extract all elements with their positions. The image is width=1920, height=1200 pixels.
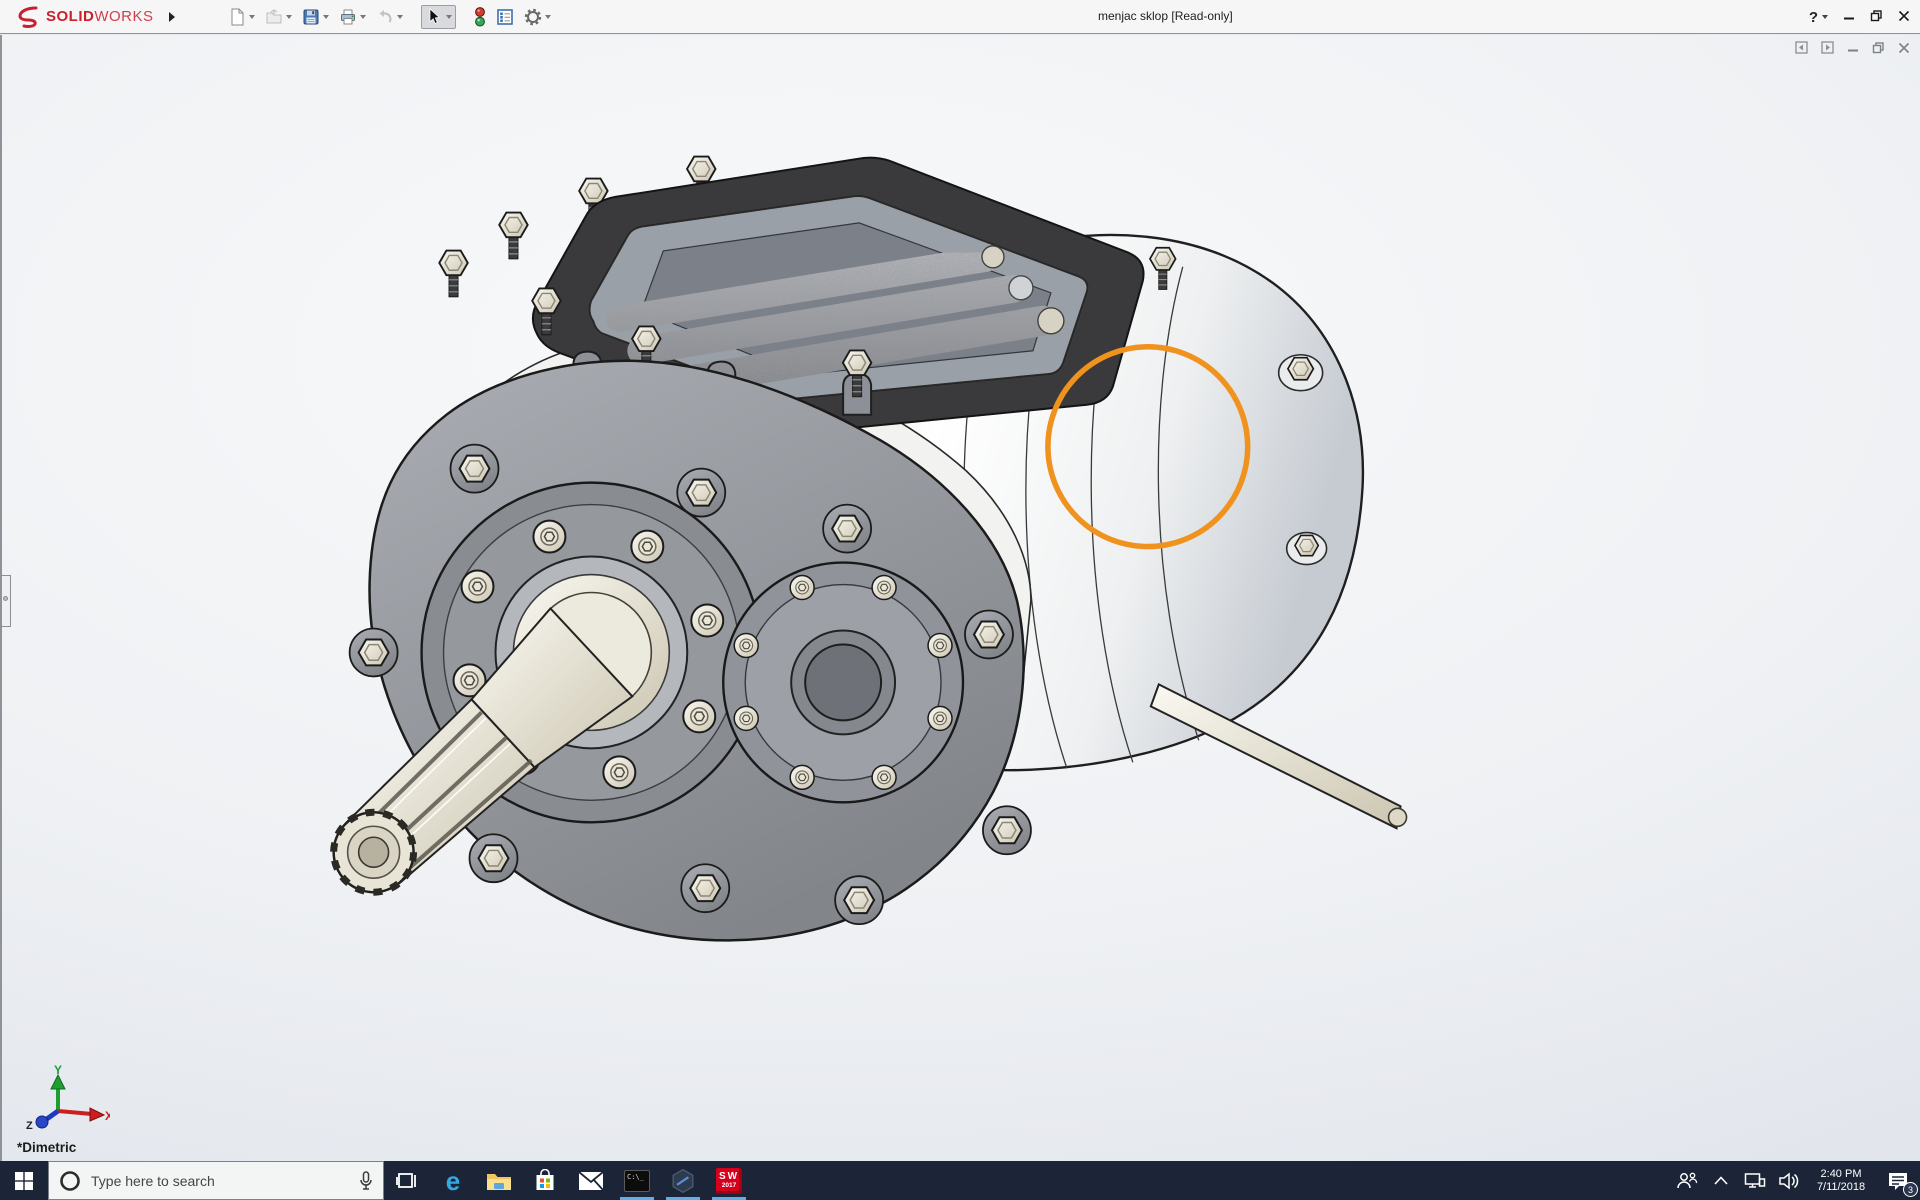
hex-plug-right-bottom [1294,534,1320,557]
triad-z-label: Z [26,1120,33,1129]
tray-overflow-button[interactable] [1704,1161,1738,1200]
pane-right-icon [1821,41,1834,54]
microsoft-store-icon [536,1168,554,1190]
taskbar-app-edge[interactable]: e [430,1161,476,1200]
hexagon-app-icon [672,1168,694,1193]
minimize-icon [1844,17,1854,19]
triad-x-label: X [105,1109,110,1123]
stoplight-button[interactable] [470,4,490,30]
notification-badge: 3 [1903,1182,1918,1197]
search-placeholder: Type here to search [91,1172,215,1189]
command-prompt-icon: C:\_ [624,1169,650,1192]
file-properties-button[interactable] [492,5,518,29]
new-document-icon [231,8,244,25]
system-tray: 2:40 PM 7/11/2018 3 [1670,1161,1920,1200]
select-cursor-icon [429,7,440,24]
stoplight-icon [474,6,485,27]
chevron-up-icon [1714,1176,1728,1185]
brand-bold: SOLID [46,8,95,25]
taskbar-app-solidworks[interactable]: SW 2017 [706,1161,752,1200]
titlebar: SOLIDWORKS menjac sklop [Read-only] ? [0,0,1920,34]
output-shaft [1149,683,1408,830]
main-toolbar [224,4,555,30]
open-folder-icon [266,8,282,23]
pane-left-icon [1795,41,1808,54]
cortana-icon [60,1170,80,1191]
new-document-button[interactable] [224,5,259,29]
doc-minimize-icon [1848,49,1858,51]
bearing-cover [722,561,965,804]
taskbar-app-store[interactable] [522,1161,568,1200]
tray-date: 7/11/2018 [1816,1180,1866,1193]
action-center-button[interactable]: 3 [1876,1161,1920,1200]
network-button[interactable] [1738,1161,1772,1200]
task-view-button[interactable] [384,1161,430,1200]
save-button[interactable] [298,5,333,29]
volume-button[interactable] [1772,1161,1806,1200]
doc-restore-button[interactable] [1872,41,1885,57]
help-button[interactable]: ? [1809,9,1828,26]
save-floppy-icon [303,9,319,24]
brand-text: SOLIDWORKS [46,8,154,25]
help-icon: ? [1808,8,1818,26]
open-button[interactable] [261,5,296,29]
people-button[interactable] [1670,1161,1704,1200]
tray-time: 2:40 PM [1820,1167,1862,1180]
undo-arrow-icon [379,9,391,23]
taskbar-app-hexagon[interactable] [660,1161,706,1200]
clock[interactable]: 2:40 PM 7/11/2018 [1806,1161,1876,1200]
file-explorer-icon [487,1173,511,1190]
start-button[interactable] [0,1161,48,1200]
doc-close-icon [1898,42,1910,53]
previous-pane-button[interactable] [1795,41,1808,57]
file-properties-icon [496,8,513,25]
microphone-icon[interactable] [359,1170,373,1191]
solidworks-window: SOLIDWORKS menjac sklop [Read-only] ? Y … [0,0,1920,1200]
taskbar-search[interactable]: Type here to search [48,1161,384,1200]
close-button[interactable] [1898,10,1910,25]
solidworks-2017-icon: SW 2017 [716,1167,742,1194]
graphics-area[interactable]: Y X Z *Dimetric [0,35,1920,1161]
next-pane-button[interactable] [1821,41,1834,57]
sw-year: 2017 [721,1182,737,1189]
undo-button[interactable] [372,5,407,29]
doc-close-button[interactable] [1898,42,1910,57]
task-view-icon [396,1172,416,1188]
print-button[interactable] [335,5,370,29]
right-arrow-icon [168,11,175,22]
gearbox-3d-model[interactable] [2,35,1920,1161]
restore-button[interactable] [1870,9,1883,25]
options-gear-icon [524,8,541,25]
doc-minimize-button[interactable] [1847,42,1859,57]
sw-letters: SW [718,1171,740,1182]
close-icon [1898,10,1910,21]
taskbar-app-file-explorer[interactable] [476,1161,522,1200]
brand-light: WORKS [94,8,154,25]
taskbar-app-mail[interactable] [568,1161,614,1200]
speaker-icon [1779,1171,1799,1190]
hex-plug-right-top [1287,356,1315,381]
windows-logo-icon [15,1171,33,1190]
solidworks-brand: SOLIDWORKS [8,6,160,28]
mail-icon [578,1170,604,1191]
taskbar-app-command-prompt[interactable]: C:\_ [614,1161,660,1200]
people-icon [1677,1172,1698,1188]
chevron-down-icon [1822,15,1828,19]
window-controls: ? [1809,0,1910,34]
window-title: menjac sklop [Read-only] [1098,9,1233,23]
document-window-controls [1795,41,1910,57]
windows-taskbar: Type here to search e C:\_ SW 2017 2:40 … [0,1161,1920,1200]
restore-icon [1870,9,1882,21]
orientation-triad: Y X Z [26,1063,110,1129]
options-button[interactable] [520,5,555,29]
edge-icon: e [445,1165,461,1196]
minimize-button[interactable] [1843,10,1855,25]
print-icon [340,9,355,24]
select-tool-button[interactable] [420,4,456,29]
view-orientation-label: *Dimetric [17,1140,77,1155]
network-icon [1744,1172,1766,1188]
solidworks-logo-icon [18,6,38,28]
menu-expand-arrow[interactable] [160,9,184,25]
doc-restore-icon [1872,41,1884,53]
